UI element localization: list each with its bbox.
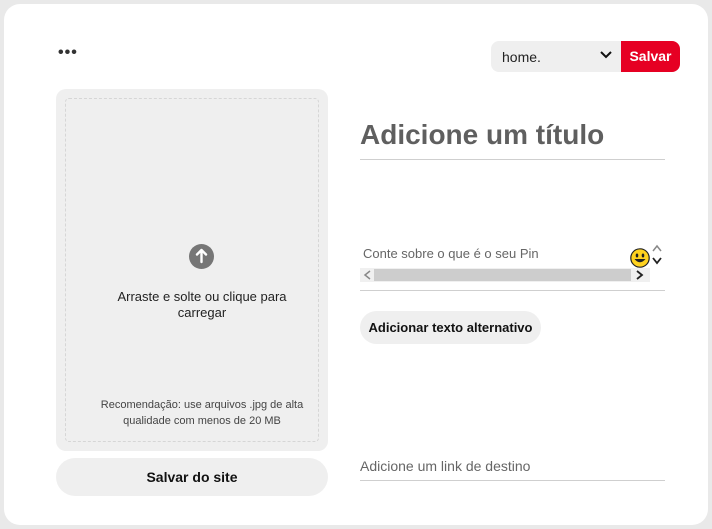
pin-builder-card: ••• home. Salvar Arraste e solte ou cliq… [4, 4, 708, 525]
board-select-value: home. [502, 49, 541, 65]
scroll-right-icon[interactable] [636, 270, 644, 280]
board-select[interactable]: home. [491, 41, 621, 72]
upload-recommendation: Recomendação: use arquivos .jpg de alta … [100, 399, 304, 427]
more-options-icon[interactable]: ••• [58, 45, 78, 62]
save-from-site-button[interactable]: Salvar do site [56, 458, 328, 496]
save-button[interactable]: Salvar [621, 41, 680, 72]
scrollbar-thumb[interactable] [374, 269, 631, 281]
upload-dropzone[interactable]: Arraste e solte ou clique para carregar … [65, 98, 319, 442]
chevron-down-icon [600, 51, 612, 59]
image-upload-area[interactable]: Arraste e solte ou clique para carregar … [56, 89, 328, 451]
upload-instruction: Arraste e solte ou clique para carregar [117, 289, 287, 320]
emoji-icon[interactable] [630, 248, 650, 268]
title-input[interactable]: Adicione um título [360, 116, 665, 160]
horizontal-scrollbar[interactable] [360, 268, 650, 282]
scroll-up-icon[interactable] [652, 244, 662, 252]
scroll-left-icon[interactable] [363, 270, 371, 280]
description-field[interactable]: Conte sobre o que é o seu Pin [360, 242, 665, 291]
description-placeholder: Conte sobre o que é o seu Pin [363, 246, 539, 261]
add-alt-text-button[interactable]: Adicionar texto alternativo [360, 311, 541, 344]
destination-link-input[interactable]: Adicione um link de destino [360, 456, 665, 481]
scroll-down-icon[interactable] [652, 257, 662, 265]
arrow-up-circle-icon [189, 244, 214, 269]
